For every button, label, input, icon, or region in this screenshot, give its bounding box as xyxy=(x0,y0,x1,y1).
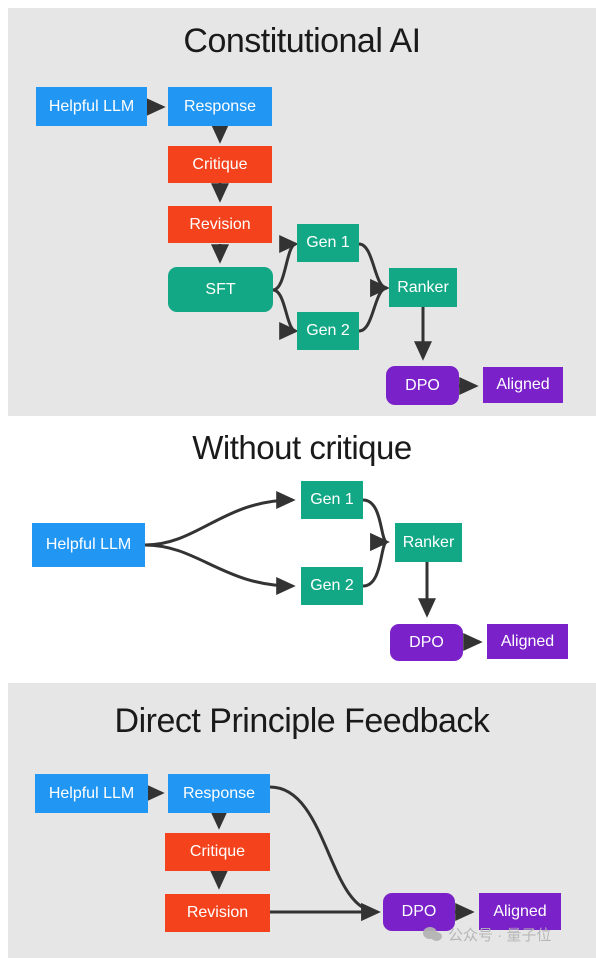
node-label: Critique xyxy=(189,843,246,860)
panel-direct-principle-feedback: Direct Principle Feedback Helpful LLM Re… xyxy=(8,683,596,958)
watermark-text: 公众号 · 量子位 xyxy=(448,927,552,944)
node-label: DPO xyxy=(401,903,437,920)
node-label: Gen 1 xyxy=(310,491,354,508)
node-label: Helpful LLM xyxy=(45,536,132,553)
panel-without-critique: Without critique Helpful LLM Gen 1 Gen 2… xyxy=(8,424,596,675)
node-helpful-llm[interactable]: Helpful LLM xyxy=(36,87,147,126)
node-critique[interactable]: Critique xyxy=(168,146,272,183)
node-critique[interactable]: Critique xyxy=(165,833,270,871)
flow-edges-constitutional-ai xyxy=(146,98,479,395)
node-label: Helpful LLM xyxy=(48,97,135,115)
node-ranker[interactable]: Ranker xyxy=(389,268,457,307)
node-label: Gen 1 xyxy=(306,234,350,251)
panel-title-without-critique: Without critique xyxy=(192,429,412,466)
node-gen-2[interactable]: Gen 2 xyxy=(297,312,359,350)
node-label: Response xyxy=(183,97,257,115)
node-helpful-llm[interactable]: Helpful LLM xyxy=(35,774,148,813)
panel-constitutional-ai: Constitutional AI Helpful LLM Response C… xyxy=(8,8,596,416)
node-label: Aligned xyxy=(500,632,555,650)
node-sft[interactable]: SFT xyxy=(168,267,273,312)
node-revision[interactable]: Revision xyxy=(168,206,272,243)
node-dpo[interactable]: DPO xyxy=(390,624,463,661)
node-label: SFT xyxy=(205,280,236,298)
node-label: Gen 2 xyxy=(306,322,350,339)
panel-title-constitutional-ai: Constitutional AI xyxy=(183,22,421,60)
node-label: Revision xyxy=(189,215,251,233)
node-response[interactable]: Response xyxy=(168,87,272,126)
watermark: 公众号 · 量子位 xyxy=(423,924,551,945)
node-label: Revision xyxy=(186,904,249,921)
node-label: Ranker xyxy=(397,278,449,296)
wechat-icon xyxy=(423,926,443,943)
node-gen-1[interactable]: Gen 1 xyxy=(297,224,359,262)
node-label: Aligned xyxy=(493,902,547,920)
node-gen-1[interactable]: Gen 1 xyxy=(301,481,363,519)
node-helpful-llm[interactable]: Helpful LLM xyxy=(32,523,145,567)
node-label: Response xyxy=(182,784,256,802)
node-label: Gen 2 xyxy=(310,577,354,594)
node-label: Critique xyxy=(192,155,248,173)
node-ranker[interactable]: Ranker xyxy=(395,523,462,562)
panel-title-direct-principle-feedback: Direct Principle Feedback xyxy=(114,702,490,740)
node-dpo[interactable]: DPO xyxy=(386,366,459,405)
node-gen-2[interactable]: Gen 2 xyxy=(301,567,363,605)
node-aligned[interactable]: Aligned xyxy=(483,367,563,403)
node-label: DPO xyxy=(409,633,444,651)
node-label: Aligned xyxy=(496,376,550,393)
node-aligned[interactable]: Aligned xyxy=(487,624,568,659)
node-label: Ranker xyxy=(402,533,455,551)
node-revision[interactable]: Revision xyxy=(165,894,270,932)
node-response[interactable]: Response xyxy=(168,774,270,813)
node-label: DPO xyxy=(405,376,440,394)
node-label: Helpful LLM xyxy=(48,784,135,802)
